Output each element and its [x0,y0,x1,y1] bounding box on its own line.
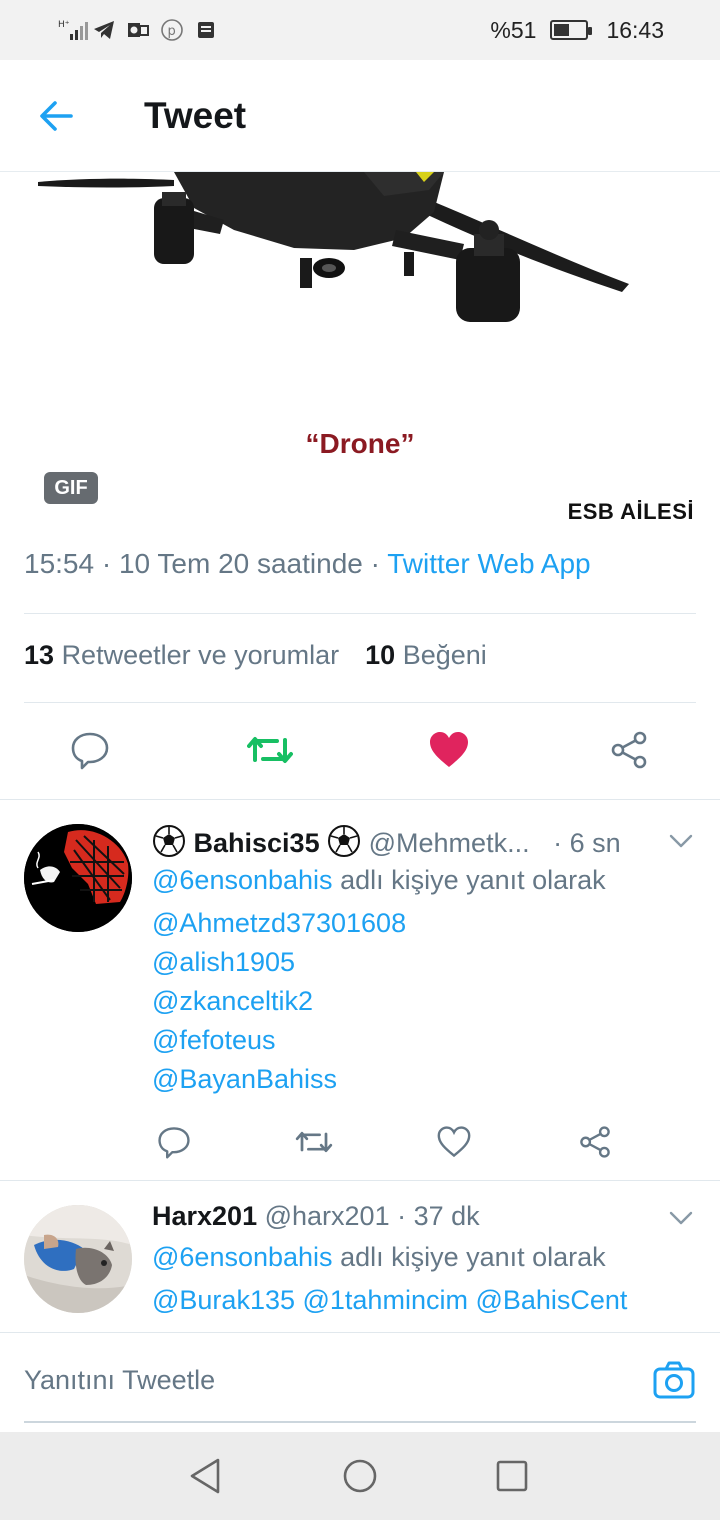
outlook-icon [126,18,150,42]
likes-label: Beğeni [402,640,487,670]
mention-link[interactable]: @Ahmetzd37301608 [152,904,696,943]
reply-tweet[interactable]: Harx201 @harx201 · 37 dk @6ensonbahis ad… [0,1181,720,1332]
back-triangle-icon[interactable] [184,1454,228,1498]
like-button[interactable] [425,726,473,774]
retweet-button[interactable] [246,726,294,774]
media-watermark: ESB AİLESİ [567,499,694,524]
retweets-count: 13 [24,640,55,670]
reply-header: Bahisci35 @Mehmetk... · 6 sn [152,824,696,859]
battery-percent: %51 [490,16,537,43]
reply-handle: @Mehmetk... [368,828,530,858]
avatar[interactable] [24,824,132,932]
tweet-time: 15:54 [24,548,95,579]
like-button[interactable] [430,1118,478,1166]
heart-icon [430,732,468,767]
reply-body: Bahisci35 @Mehmetk... · 6 sn @6ensonbahi… [152,824,696,1099]
reply-display-name: Harx201 [152,1201,258,1231]
retweets-label: Retweetler ve yorumlar [61,640,340,670]
avatar-image [24,824,132,932]
tweet-media-gif[interactable]: “Drone” GIF ESB AİLESİ [24,172,696,524]
reply-tweet[interactable]: Bahisci35 @Mehmetk... · 6 sn @6ensonbahi… [0,800,720,1180]
notes-icon [194,18,218,42]
reply-body: Harx201 @harx201 · 37 dk @6ensonbahis ad… [152,1201,696,1316]
battery-icon [550,20,593,40]
reply-context: @6ensonbahis adlı kişiye yanıt olarak [152,1242,696,1273]
reply-mentions: @Ahmetzd37301608 @alish1905 @zkanceltik2… [152,904,696,1099]
gif-badge: GIF [44,472,98,504]
battery-fill [554,24,570,36]
retweet-button[interactable] [290,1118,338,1166]
recents-square-icon[interactable] [490,1454,534,1498]
share-button[interactable] [605,726,653,774]
reply-input[interactable]: Yanıtını Tweetle [24,1365,215,1396]
share-button[interactable] [571,1118,619,1166]
network-signal-icon: H⁺ [58,18,88,42]
status-bar: H⁺ p %51 16:43 [0,0,720,60]
reply-display-name: Bahisci35 [193,828,320,858]
clock: 16:43 [606,16,664,43]
reply-mentions-line[interactable]: @Burak135 @1tahmincim @BahisCent [152,1285,696,1316]
reply-button[interactable] [150,1118,198,1166]
screen: H⁺ p %51 16:43 Tweet “Drone” GIF ESB AİL… [0,0,720,1520]
tweet-stats: 13 Retweetler ve yorumlar 10 Beğeni [24,640,487,671]
divider [24,613,696,614]
tweet-timestamp: 15:54 · 10 Tem 20 saatinde · Twitter Web… [24,548,591,580]
svg-text:p: p [168,24,176,39]
reply-button[interactable] [66,726,114,774]
camera-icon[interactable] [652,1359,696,1403]
reply-to-text: adlı kişiye yanıt olarak [340,1242,606,1272]
divider [24,702,696,703]
likes-stat[interactable]: 10 Beğeni [365,640,487,671]
mention-link[interactable]: @BayanBahiss [152,1060,696,1099]
tweet-action-bar [0,720,720,784]
tweet-date: 10 Tem 20 saatinde [118,548,363,579]
home-circle-icon[interactable] [338,1454,382,1498]
retweet-icon [295,1131,333,1153]
reply-icon [71,732,109,770]
reply-icon [158,1127,190,1159]
mention-link[interactable]: @fefoteus [152,1021,696,1060]
share-icon [611,731,647,769]
telegram-icon [92,18,116,42]
back-button[interactable] [24,84,88,148]
soccer-ball-icon [328,825,361,857]
status-icons-left: H⁺ p [58,18,218,42]
reply-handle: @harx201 [264,1201,390,1231]
meta-separator: · [370,548,380,579]
tweet-source-link[interactable]: Twitter Web App [387,548,590,579]
meta-separator: · [101,548,112,579]
reply-context: @6ensonbahis adlı kişiye yanıt olarak [152,865,696,896]
reply-time: · 37 dk [397,1201,480,1231]
input-underline [24,1421,696,1423]
reply-to-text: adlı kişiye yanıt olarak [340,865,606,895]
retweet-icon [247,737,293,763]
heart-icon [437,1126,471,1158]
status-icons-right: %51 16:43 [490,17,664,44]
chevron-down-icon[interactable] [666,826,696,856]
reply-to-handle[interactable]: @6ensonbahis [152,1242,333,1272]
drone-image [38,172,629,322]
reply-time: · 6 sn [553,828,621,858]
share-icon [580,1126,610,1158]
reply-header: Harx201 @harx201 · 37 dk [152,1201,696,1232]
reply-composer: Yanıtını Tweetle [0,1332,720,1432]
mention-link[interactable]: @alish1905 [152,943,696,982]
chevron-down-icon[interactable] [666,1203,696,1233]
mention-link[interactable]: @zkanceltik2 [152,982,696,1021]
gif-caption: “Drone” [305,428,415,459]
soccer-ball-icon [153,825,185,857]
svg-text:H⁺: H⁺ [58,20,70,30]
arrow-left-icon [40,100,73,131]
app-header: Tweet [0,60,720,172]
avatar[interactable] [24,1205,132,1313]
system-nav-bar [0,1432,720,1520]
likes-count: 10 [365,640,396,670]
reply-to-handle[interactable]: @6ensonbahis [152,865,333,895]
page-title: Tweet [144,94,247,136]
pinterest-icon: p [160,18,184,42]
retweets-stat[interactable]: 13 Retweetler ve yorumlar [24,640,339,671]
avatar-image [24,1205,132,1313]
